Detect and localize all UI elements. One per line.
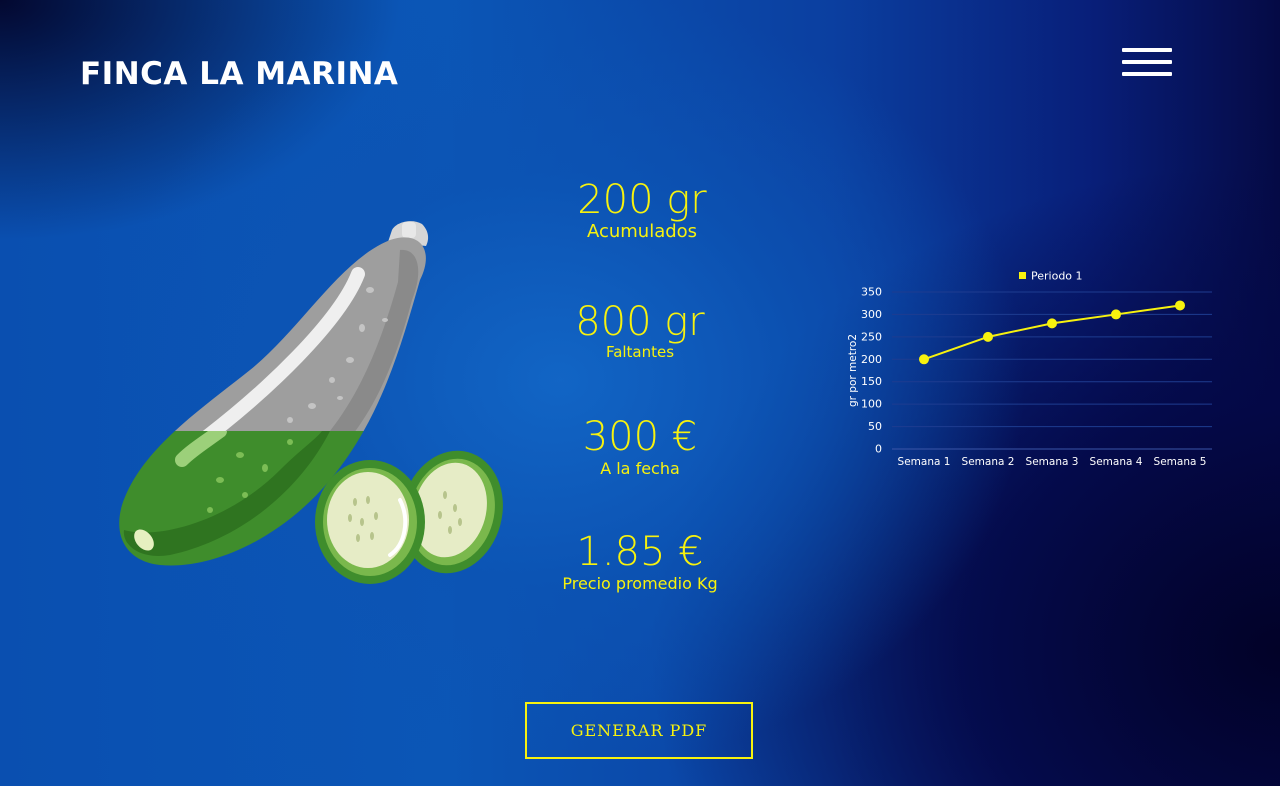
y-tick-label: 50 <box>868 420 882 433</box>
y-tick-label: 0 <box>875 443 882 456</box>
data-point <box>983 331 993 342</box>
stat-value: 200 gr <box>577 177 707 223</box>
stat-label: A la fecha <box>600 459 680 478</box>
y-axis-label: gr por metro2 <box>847 334 859 407</box>
menu-bar <box>1122 48 1172 52</box>
y-tick-label: 100 <box>861 398 882 411</box>
brand-title: FINCA LA MARINA <box>80 56 399 92</box>
y-tick-label: 300 <box>861 308 882 321</box>
y-tick-label: 200 <box>861 353 882 366</box>
y-tick-label: 350 <box>861 286 882 299</box>
data-point <box>919 354 929 365</box>
y-tick-label: 250 <box>861 330 882 343</box>
series-line <box>923 304 1181 361</box>
data-point <box>1047 318 1057 329</box>
weekly-line-chart: 0 50 100 150 200 250 300 350 Semana 1 Semana 2 Sem… <box>847 270 1212 468</box>
generate-pdf-button[interactable]: GENERAR PDF <box>525 702 753 759</box>
stat-label: Acumulados <box>586 221 698 242</box>
stat-value: 800 gr <box>575 299 705 345</box>
menu-bar <box>1122 72 1172 76</box>
stat-precio-promedio: 1.85 € Precio promedio Kg <box>510 530 770 594</box>
stat-faltantes: 800 gr Faltantes <box>510 300 770 362</box>
x-tick-label: Semana 1 <box>898 456 951 468</box>
stat-acumulados: 200 gr Acumulados <box>512 178 772 242</box>
x-tick-label: Semana 3 <box>1026 456 1079 468</box>
menu-bar <box>1122 60 1172 64</box>
stat-label: Precio promedio Kg <box>562 574 718 593</box>
x-tick-label: Semana 5 <box>1154 456 1207 468</box>
stat-label: Faltantes <box>605 343 675 361</box>
x-tick-label: Semana 4 <box>1090 456 1143 468</box>
x-tick-label: Semana 2 <box>962 456 1015 468</box>
hamburger-menu-icon[interactable] <box>1120 46 1172 82</box>
zucchini-illustration <box>119 221 503 584</box>
stat-value: 300 € <box>582 414 698 460</box>
app-background: FINCA LA MARINA 200 gr Acumulados 800 gr… <box>0 0 1280 786</box>
stat-a-la-fecha: 300 € A la fecha <box>510 415 770 479</box>
y-tick-label: 150 <box>861 375 882 388</box>
legend-swatch <box>1019 272 1026 279</box>
data-point <box>1175 300 1185 311</box>
legend-label: Periodo 1 <box>1031 270 1083 283</box>
stat-value: 1.85 € <box>576 529 704 575</box>
data-point <box>1111 309 1121 320</box>
